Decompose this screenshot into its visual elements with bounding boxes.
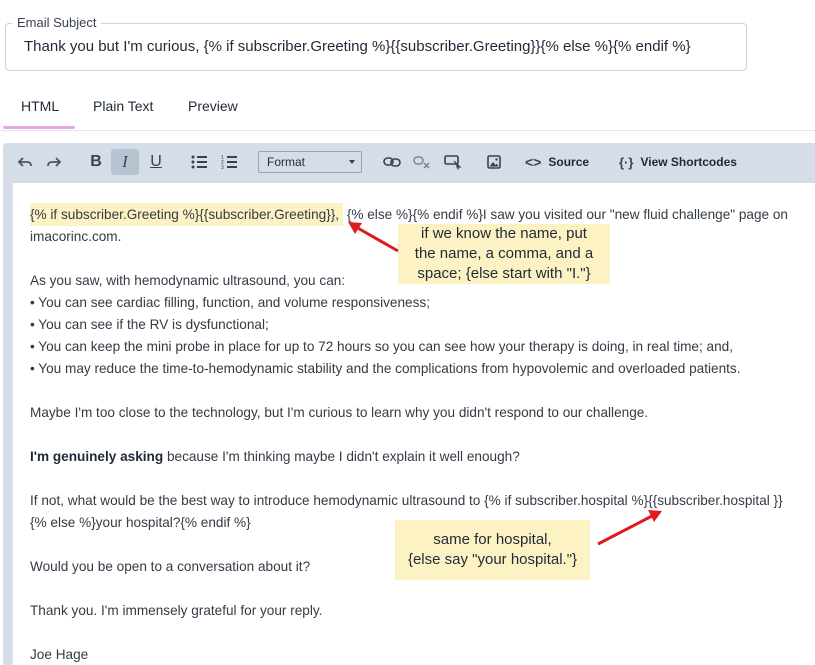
tab-plain-text[interactable]: Plain Text <box>93 98 153 114</box>
editor-toolbar: B I U 123 Format <> Source {·} View Shor… <box>3 143 815 181</box>
format-dropdown[interactable]: Format <box>258 151 362 173</box>
body-line-asking: I'm genuinely asking because I'm thinkin… <box>30 449 520 464</box>
hospital-note-line-2: {else say "your hospital."} <box>407 551 578 568</box>
insert-link-button[interactable] <box>381 149 403 175</box>
italic-icon: I <box>122 152 128 171</box>
email-subject-field[interactable]: Thank you but I'm curious, {% if subscri… <box>5 23 747 71</box>
body-line-thanks: Thank you. I'm immensely grateful for yo… <box>30 603 323 618</box>
bold-icon: B <box>90 153 102 170</box>
insert-button-link-button[interactable] <box>441 149 465 175</box>
tab-preview[interactable]: Preview <box>188 98 238 114</box>
chevron-down-icon <box>349 160 355 164</box>
email-subject-input[interactable]: Thank you but I'm curious, {% if subscri… <box>24 38 691 55</box>
email-subject-label: Email Subject <box>12 15 102 30</box>
editor-tabs: HTML Plain Text Preview <box>0 90 815 131</box>
asking-bold-text: I'm genuinely asking <box>30 449 164 464</box>
body-line-intro: As you saw, with hemodynamic ultrasound,… <box>30 273 346 288</box>
svg-text:3: 3 <box>221 165 224 169</box>
greeting-note-line-1: if we know the name, put <box>421 225 587 242</box>
greeting-annotation-note: if we know the name, put the name, a com… <box>398 224 610 284</box>
greeting-arrow-icon <box>348 222 399 253</box>
numbered-list-icon: 123 <box>221 155 237 169</box>
bullet-item-1: • You can see cardiac filling, function,… <box>30 295 430 310</box>
bullet-list-button[interactable] <box>188 149 210 175</box>
active-tab-indicator <box>3 126 75 129</box>
redo-button[interactable] <box>43 149 65 175</box>
bullet-item-3: • You can keep the mini probe in place f… <box>30 339 734 354</box>
bullet-item-2: • You can see if the RV is dysfunctional… <box>30 317 269 332</box>
underline-icon: U <box>150 153 162 170</box>
bold-button[interactable]: B <box>85 149 107 175</box>
body-line-open: Would you be open to a conversation abou… <box>30 559 311 574</box>
tab-html[interactable]: HTML <box>21 98 59 114</box>
body-line-ifnot-2: {% else %}your hospital?{% endif %} <box>30 515 251 530</box>
italic-button[interactable]: I <box>111 149 139 175</box>
body-line-maybe: Maybe I'm too close to the technology, b… <box>30 405 649 420</box>
greeting-shortcode-highlight: {% if subscriber.Greeting %}{{subscriber… <box>30 203 344 226</box>
redo-icon <box>47 157 62 167</box>
view-shortcodes-label: View Shortcodes <box>640 155 737 169</box>
insert-image-button[interactable] <box>483 149 505 175</box>
body-line-website: imacorinc.com. <box>30 229 122 244</box>
hospital-note-line-1: same for hospital, <box>433 531 552 548</box>
numbered-list-button[interactable]: 123 <box>218 149 240 175</box>
source-button[interactable]: <> Source <box>525 149 595 175</box>
greeting-note-line-2: the name, a comma, and a <box>414 245 594 262</box>
remove-link-button[interactable] <box>411 149 433 175</box>
underline-button[interactable]: U <box>145 149 167 175</box>
hospital-arrow-icon <box>597 510 662 546</box>
link-icon <box>383 157 401 167</box>
shortcode-icon: {·} <box>619 154 634 170</box>
unlink-icon <box>413 156 430 169</box>
asking-rest-text: because I'm thinking maybe I didn't expl… <box>163 449 520 464</box>
code-icon: <> <box>525 154 542 170</box>
greeting-note-line-3: space; {else start with "I."} <box>417 265 591 282</box>
button-cursor-icon <box>444 155 462 170</box>
signature-line: Joe Hage <box>30 647 89 662</box>
bullet-list-icon <box>191 155 207 169</box>
source-label: Source <box>548 155 590 169</box>
view-shortcodes-button[interactable]: {·} View Shortcodes <box>619 149 749 175</box>
image-icon <box>487 155 501 169</box>
hospital-annotation-note: same for hospital, {else say "your hospi… <box>395 520 590 580</box>
bullet-item-4: • You may reduce the time-to-hemodynamic… <box>30 361 741 376</box>
undo-icon <box>17 157 32 167</box>
undo-button[interactable] <box>14 149 36 175</box>
format-dropdown-label: Format <box>267 155 306 169</box>
